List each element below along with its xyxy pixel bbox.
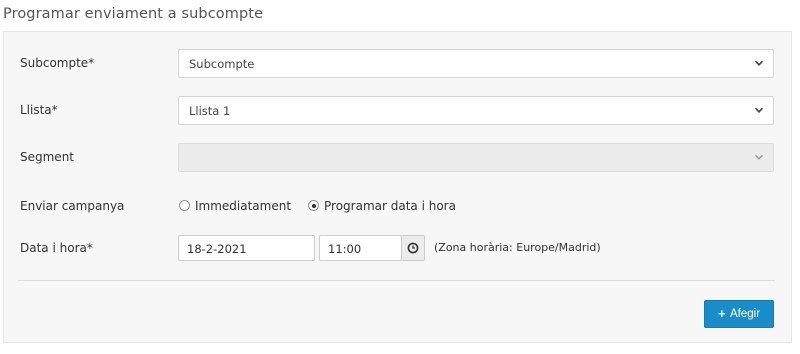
radio-immediately-circle[interactable] [179,200,190,211]
subaccount-row: Subcompte* Subcompte [4,49,791,79]
radio-schedule-circle[interactable] [308,200,319,211]
send-label: Enviar campanya [20,199,125,213]
add-button-label: Afegir [730,308,761,320]
form-divider [18,280,775,281]
list-select[interactable]: Llista 1 [178,96,774,125]
schedule-form-panel: Subcompte* Subcompte Llista* Llista 1 Se… [3,31,792,343]
datetime-row: Data i hora* 18-2-2021 11:00 (Zona horàr… [4,235,791,265]
date-input[interactable]: 18-2-2021 [178,235,315,261]
radio-immediately-label: Immediatament [195,199,292,213]
chevron-down-icon [754,107,764,113]
time-picker-button[interactable] [402,235,425,261]
subaccount-label: Subcompte* [20,56,95,70]
segment-row: Segment [4,143,791,173]
radio-immediately[interactable]: Immediatament [179,199,291,213]
segment-label: Segment [20,150,74,164]
send-row: Enviar campanya Immediatament Programar … [4,192,791,222]
time-input[interactable]: 11:00 [319,235,402,261]
segment-select[interactable] [178,143,774,172]
list-label: Llista* [20,103,58,117]
datetime-label: Data i hora* [20,241,93,255]
list-row: Llista* Llista 1 [4,96,791,126]
timezone-note: (Zona horària: Europe/Madrid) [434,241,601,254]
page-title: Programar enviament a subcompte [3,6,264,22]
radio-schedule[interactable]: Programar data i hora [308,199,456,213]
subaccount-select-value: Subcompte [189,57,255,71]
chevron-down-icon [754,60,764,66]
chevron-down-icon [754,154,764,160]
clock-icon [407,242,419,254]
add-button[interactable]: + Afegir [704,300,774,328]
subaccount-select[interactable]: Subcompte [178,49,774,78]
list-select-value: Llista 1 [189,104,231,118]
plus-icon: + [718,306,726,321]
radio-schedule-label: Programar data i hora [324,199,456,213]
